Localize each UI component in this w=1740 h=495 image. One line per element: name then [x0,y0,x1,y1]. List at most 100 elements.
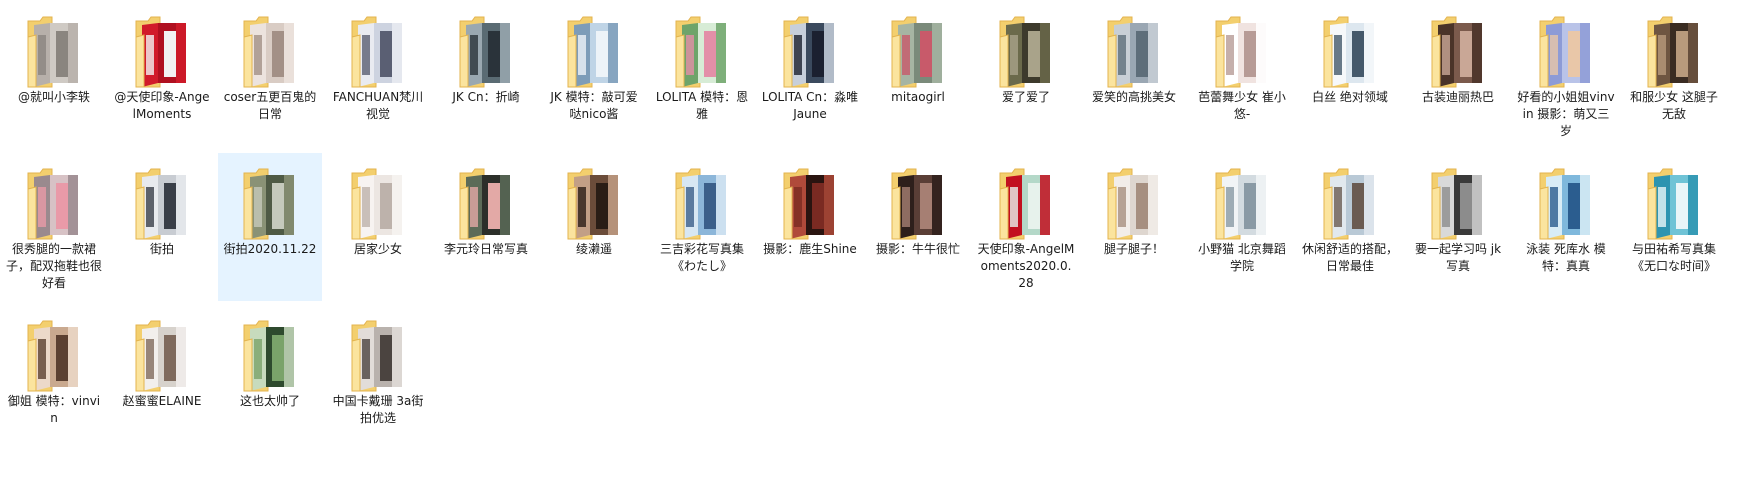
folder-thumbnail-icon [1214,15,1270,89]
file-explorer-icon-view: @就叫小李轶 @天使印象-AngelMoments coser五更百鬼的日常 FANC… [0,0,1740,495]
folder-thumbnail-icon [134,167,190,241]
folder-item[interactable]: JK 模特：敲可爱哒nico酱 [542,1,646,149]
folder-item[interactable]: 古装迪丽热巴 [1406,1,1510,149]
folder-thumbnail-icon [26,319,82,393]
folder-name-label: 腿子腿子！ [1103,242,1164,256]
folder-item[interactable]: 天使印象-AngelMoments2020.0.28 [974,153,1078,301]
folder-name-label: 芭蕾舞少女 崔小悠- [1198,90,1286,121]
folder-item[interactable]: 休闲舒适的搭配，日常最佳 [1298,153,1402,301]
folder-item[interactable]: 三吉彩花写真集《わたし》 [650,153,754,301]
folder-name-label: JK Cn：折崎 [452,90,520,104]
folder-name-label: 和服少女 这腿子无敌 [1630,90,1718,121]
folder-name-label: 摄影：牛牛很忙 [875,242,960,256]
folder-thumbnail-icon [458,167,514,241]
folder-thumbnail-icon [674,167,730,241]
folder-thumbnail-icon [1646,167,1702,241]
folder-name-label: 街拍2020.11.22 [223,242,317,256]
folder-thumbnail-icon [1106,15,1162,89]
folder-thumbnail-icon [566,15,622,89]
folder-thumbnail-icon [242,167,298,241]
folder-name-label: 这也太帅了 [239,394,300,408]
folder-name-label: 李元玲日常写真 [443,242,528,256]
folder-thumbnail-icon [458,15,514,89]
folder-item[interactable]: 要一起学习吗 jk写真 [1406,153,1510,301]
folder-thumbnail-icon [1106,167,1162,241]
folder-name-label: 白丝 绝对领域 [1312,90,1388,104]
folder-thumbnail-icon [1646,15,1702,89]
folder-name-label: 赵蜜蜜ELAINE [122,394,202,408]
folder-item[interactable]: 街拍2020.11.22 [218,153,322,301]
folder-item[interactable]: 街拍 [110,153,214,301]
folder-item[interactable]: coser五更百鬼的日常 [218,1,322,149]
folder-item[interactable]: 这也太帅了 [218,305,322,453]
folder-item[interactable]: 与田祐希写真集《无口な时间》 [1622,153,1726,301]
folder-item[interactable]: JK Cn：折崎 [434,1,538,149]
folder-thumbnail-icon [1538,15,1594,89]
folder-name-label: 三吉彩花写真集《わたし》 [659,242,744,273]
folder-thumbnail-icon [26,167,82,241]
folder-thumbnail-icon [998,15,1054,89]
folder-name-label: 御姐 模特：vinvin [7,394,101,425]
folder-item[interactable]: 腿子腿子！ [1082,153,1186,301]
folder-name-label: FANCHUAN梵川视觉 [332,90,424,121]
folder-item[interactable]: 摄影：牛牛很忙 [866,153,970,301]
folder-item[interactable]: LOLITA 模特：恩雅 [650,1,754,149]
folder-thumbnail-icon [890,15,946,89]
folder-name-label: 摄影：鹿生Shine [763,242,857,256]
folder-item[interactable]: 芭蕾舞少女 崔小悠- [1190,1,1294,149]
folder-name-label: 爱笑的高挑美女 [1091,90,1176,104]
folder-thumbnail-icon [242,319,298,393]
folder-name-label: 好看的小姐姐vinvin 摄影：萌又三岁 [1517,90,1615,138]
folder-thumbnail-icon [1214,167,1270,241]
folder-item[interactable]: LOLITA Cn：淼唯Jaune [758,1,862,149]
folder-item[interactable]: 居家少女 [326,153,430,301]
folder-name-label: LOLITA 模特：恩雅 [655,90,749,121]
folder-item[interactable]: 摄影：鹿生Shine [758,153,862,301]
folder-thumbnail-icon [350,319,406,393]
folder-name-label: @就叫小李轶 [17,90,90,104]
folder-name-label: 泳装 死库水 模特：真真 [1526,242,1606,273]
folder-item[interactable]: FANCHUAN梵川视觉 [326,1,430,149]
folder-name-label: coser五更百鬼的日常 [223,90,317,121]
folder-item[interactable]: 爱了爱了 [974,1,1078,149]
folder-name-label: 中国卡戴珊 3a街拍优选 [332,394,424,425]
folder-item[interactable]: 李元玲日常写真 [434,153,538,301]
folder-item[interactable]: 中国卡戴珊 3a街拍优选 [326,305,430,453]
folder-thumbnail-icon [890,167,946,241]
folder-thumbnail-icon [1430,15,1486,89]
folder-thumbnail-icon [998,167,1054,241]
folder-thumbnail-icon [1322,167,1378,241]
folder-item[interactable]: 绫濑遥 [542,153,646,301]
folder-item[interactable]: 很秀腿的一款裙子，配双拖鞋也很好看 [2,153,106,301]
folder-item[interactable]: 爱笑的高挑美女 [1082,1,1186,149]
folder-thumbnail-icon [674,15,730,89]
folder-thumbnail-icon [26,15,82,89]
folder-name-label: 绫濑遥 [575,242,612,256]
folder-item[interactable]: @天使印象-AngelMoments [110,1,214,149]
folder-item[interactable]: 白丝 绝对领域 [1298,1,1402,149]
folder-name-label: JK 模特：敲可爱哒nico酱 [550,90,638,121]
folder-thumbnail-icon [134,15,190,89]
folder-item[interactable]: @就叫小李轶 [2,1,106,149]
folder-name-label: mitaogirl [891,90,945,104]
folder-item[interactable]: 小野猫 北京舞蹈学院 [1190,153,1294,301]
folder-name-label: @天使印象-AngelMoments [114,90,210,121]
folder-name-label: 与田祐希写真集《无口な时间》 [1631,242,1716,273]
folder-name-label: 居家少女 [353,242,402,256]
folder-thumbnail-icon [782,15,838,89]
folder-item[interactable]: mitaogirl [866,1,970,149]
folder-thumbnail-icon [566,167,622,241]
folder-name-label: 街拍 [149,242,174,256]
folder-item[interactable]: 好看的小姐姐vinvin 摄影：萌又三岁 [1514,1,1618,149]
folder-name-label: 古装迪丽热巴 [1421,90,1494,104]
folder-thumbnail-icon [350,15,406,89]
folder-item[interactable]: 御姐 模特：vinvin [2,305,106,453]
folder-thumbnail-icon [350,167,406,241]
folder-item[interactable]: 泳装 死库水 模特：真真 [1514,153,1618,301]
folder-thumbnail-icon [782,167,838,241]
folder-thumbnail-icon [1430,167,1486,241]
folder-name-label: 要一起学习吗 jk写真 [1414,242,1502,273]
folder-name-label: 天使印象-AngelMoments2020.0.28 [977,242,1075,290]
folder-item[interactable]: 赵蜜蜜ELAINE [110,305,214,453]
folder-item[interactable]: 和服少女 这腿子无敌 [1622,1,1726,149]
